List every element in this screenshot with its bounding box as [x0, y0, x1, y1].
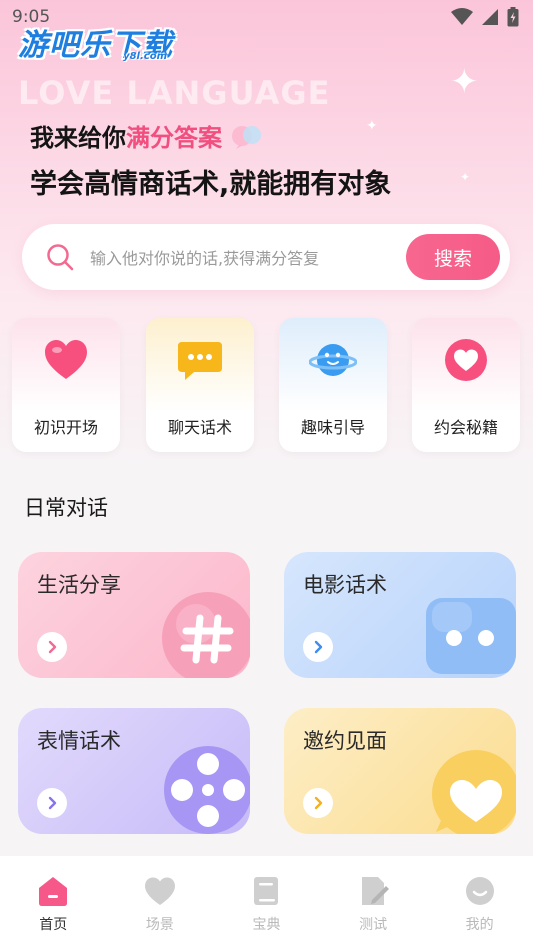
card-life-share[interactable]: 生活分享	[18, 552, 250, 678]
book-icon	[254, 877, 279, 905]
card-emoji-talk[interactable]: 表情话术	[18, 708, 250, 834]
card-arrow-button[interactable]	[303, 632, 333, 662]
tab-guide[interactable]: 宝典	[226, 874, 306, 948]
hero-subheadline: 学会高情商话术,就能拥有对象	[30, 169, 392, 200]
card-arrow-button[interactable]	[37, 788, 67, 818]
search-icon	[47, 244, 74, 271]
tab-scenes[interactable]: 场景	[120, 874, 200, 948]
sparkle-icon: ✦	[450, 62, 479, 102]
chevron-right-icon	[48, 796, 57, 810]
tab-label: 场景	[145, 917, 174, 933]
heart-circle-icon	[445, 339, 487, 381]
heart-icon	[144, 877, 175, 905]
tab-label: 首页	[39, 917, 68, 933]
edit-doc-icon	[362, 877, 390, 905]
heart-icon	[45, 340, 87, 379]
category-grid: 初识开场 聊天话术 趣味引导 约会秘籍	[12, 318, 522, 452]
tab-mine[interactable]: 我的	[440, 874, 520, 948]
search-button[interactable]: 搜索	[406, 234, 500, 280]
category-label: 聊天话术	[167, 418, 232, 437]
love-bubbles-icon	[232, 125, 261, 149]
hero-headline-prefix: 我来给你	[30, 124, 126, 152]
tab-home[interactable]: 首页	[13, 874, 93, 948]
battery-icon	[507, 7, 519, 27]
chevron-right-icon	[48, 640, 57, 654]
home-icon	[39, 877, 68, 906]
film-reel-icon	[164, 746, 250, 834]
status-icons	[451, 7, 519, 27]
card-title: 电影话术	[303, 573, 387, 597]
chat-dots-icon	[426, 598, 516, 674]
card-title: 表情话术	[37, 729, 121, 753]
hero-headline: 我来给你 满分答案	[30, 118, 264, 153]
section-title: 日常对话	[24, 496, 108, 520]
hero-bg-text: LOVE LANGUAGE	[18, 74, 331, 112]
chat-bubble-icon	[178, 342, 222, 380]
planet-icon	[309, 344, 357, 376]
heart-bubble-icon	[432, 750, 516, 834]
sparkle-icon: ✦	[366, 118, 378, 134]
tab-label: 我的	[465, 917, 494, 933]
hero-headline-highlight: 满分答案	[126, 124, 222, 152]
category-label: 趣味引导	[300, 418, 365, 437]
chevron-right-icon	[314, 640, 323, 654]
signal-icon	[482, 9, 498, 25]
chevron-right-icon	[314, 796, 323, 810]
category-first-meeting[interactable]: 初识开场	[12, 318, 120, 452]
smiley-icon	[465, 877, 494, 905]
card-title: 生活分享	[37, 573, 121, 597]
category-fun-guide[interactable]: 趣味引导	[279, 318, 387, 452]
watermark-domain: y8l.com	[123, 51, 167, 62]
tab-label: 测试	[359, 917, 388, 933]
watermark-logo: 游吧乐下载 y8l.com	[18, 20, 173, 64]
search-input[interactable]: 输入他对你说的话,获得满分答复	[90, 245, 406, 269]
bottom-tab-bar: 首页 场景 宝典 测试 我的	[0, 856, 533, 948]
card-date-invite[interactable]: 邀约见面	[284, 708, 516, 834]
tab-label: 宝典	[252, 917, 281, 933]
sparkle-icon: ✦	[460, 170, 471, 184]
category-label: 初识开场	[33, 418, 98, 437]
card-movie-talk[interactable]: 电影话术	[284, 552, 516, 678]
category-date-tips[interactable]: 约会秘籍	[412, 318, 520, 452]
card-title: 邀约见面	[303, 729, 387, 753]
tab-test[interactable]: 测试	[333, 874, 413, 948]
card-arrow-button[interactable]	[37, 632, 67, 662]
hashtag-icon	[162, 592, 250, 678]
search-bar: 输入他对你说的话,获得满分答复 搜索	[22, 224, 510, 290]
wifi-icon	[451, 8, 473, 25]
category-chat-skills[interactable]: 聊天话术	[146, 318, 254, 452]
category-label: 约会秘籍	[433, 418, 498, 437]
card-arrow-button[interactable]	[303, 788, 333, 818]
